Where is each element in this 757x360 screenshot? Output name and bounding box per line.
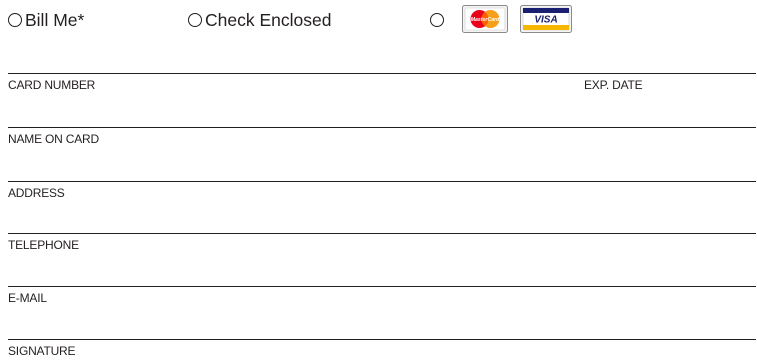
signature-line xyxy=(8,339,756,340)
telephone-label: TELEPHONE xyxy=(8,238,79,252)
name-on-card-line xyxy=(8,127,756,128)
check-enclosed-label: Check Enclosed xyxy=(205,10,332,30)
email-label: E-MAIL xyxy=(8,291,47,305)
credit-card-option[interactable] xyxy=(430,8,444,32)
telephone-field[interactable]: TELEPHONE xyxy=(8,233,756,253)
address-line xyxy=(8,181,756,182)
exp-date-label: EXP. DATE xyxy=(584,78,643,92)
payment-method-options: Bill Me* Check Enclosed MasterCard VISA xyxy=(8,5,748,33)
credit-card-radio[interactable] xyxy=(430,13,444,27)
email-field[interactable]: E-MAIL xyxy=(8,286,756,306)
telephone-line xyxy=(8,233,756,234)
name-on-card-label: NAME ON CARD xyxy=(8,132,99,146)
check-enclosed-option[interactable]: Check Enclosed xyxy=(188,8,331,32)
card-number-label: CARD NUMBER xyxy=(8,78,96,92)
signature-field[interactable]: SIGNATURE xyxy=(8,339,756,359)
card-number-line xyxy=(8,73,756,74)
signature-label: SIGNATURE xyxy=(8,344,76,358)
mastercard-logo-text: MasterCard xyxy=(471,17,500,23)
address-label: ADDRESS xyxy=(8,186,65,200)
card-number-field[interactable]: CARD NUMBER EXP. DATE xyxy=(8,73,756,93)
bill-me-radio[interactable] xyxy=(8,13,22,27)
mastercard-logo-icon: MasterCard xyxy=(462,5,508,33)
visa-logo-text: VISA xyxy=(534,15,557,26)
check-enclosed-radio[interactable] xyxy=(188,13,202,27)
visa-logo-icon: VISA xyxy=(520,5,572,33)
address-field[interactable]: ADDRESS xyxy=(8,181,756,201)
bill-me-option[interactable]: Bill Me* xyxy=(8,8,84,32)
bill-me-label: Bill Me* xyxy=(25,10,85,30)
name-on-card-field[interactable]: NAME ON CARD xyxy=(8,127,756,147)
email-line xyxy=(8,286,756,287)
